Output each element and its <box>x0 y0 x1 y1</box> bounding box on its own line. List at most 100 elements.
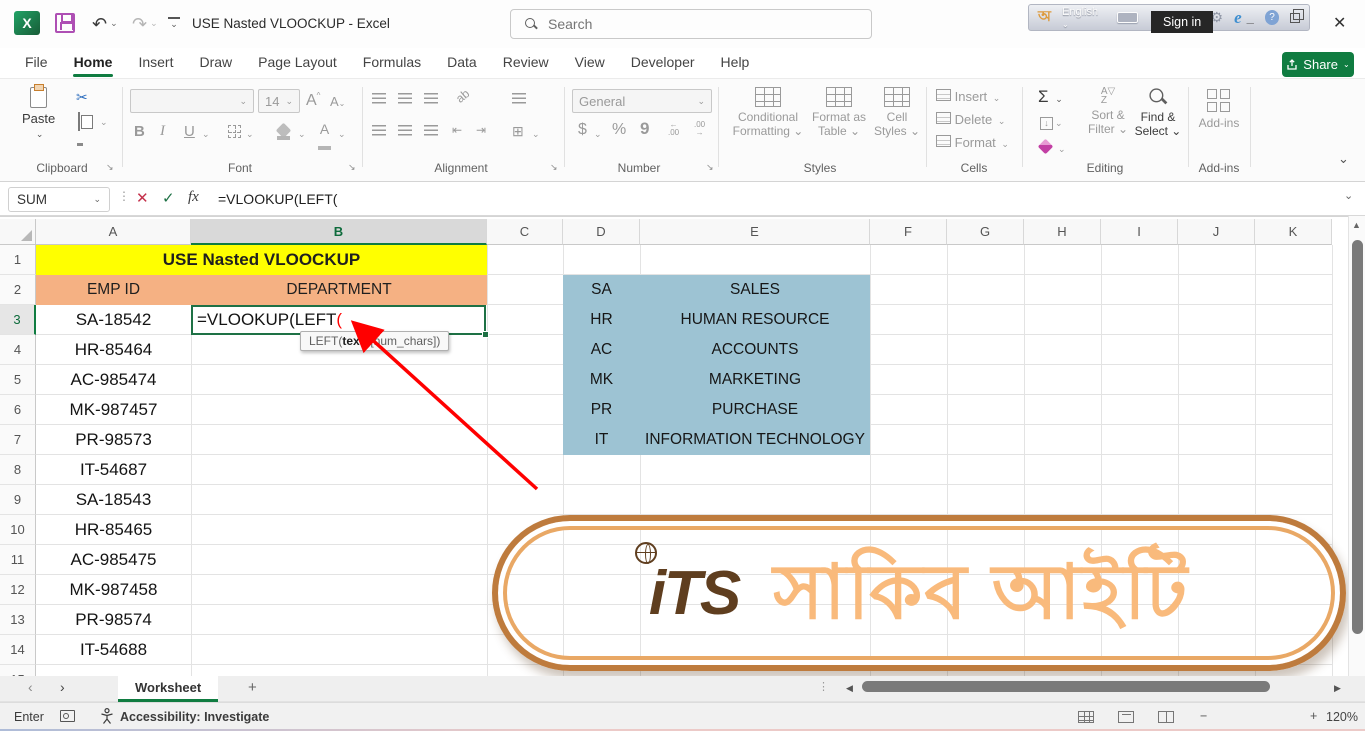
column-header-i[interactable]: I <box>1101 219 1178 245</box>
autosum-button[interactable]: Σ ⌄ <box>1038 87 1063 107</box>
format-cells-button[interactable]: Format ⌄ <box>936 135 1009 150</box>
redo-button[interactable]: ↷⌄ <box>132 13 158 34</box>
currency-format-icon[interactable]: $ <box>578 121 587 139</box>
table-row[interactable]: PRPURCHASE <box>563 395 870 425</box>
paste-button[interactable]: Paste ⌄ <box>22 87 55 140</box>
table-row[interactable]: MKMARKETING <box>563 365 870 395</box>
tab-review[interactable]: Review <box>490 50 562 77</box>
tab-data[interactable]: Data <box>434 50 490 77</box>
row-header[interactable]: 10 <box>0 515 36 545</box>
cell-emp-id[interactable]: SA-18542 <box>36 305 191 335</box>
search-box[interactable] <box>510 9 872 39</box>
sign-in-tooltip[interactable]: Sign in <box>1151 11 1213 33</box>
cell-emp-id[interactable]: HR-85464 <box>36 335 191 365</box>
align-top-icon[interactable] <box>372 93 386 104</box>
column-header-f[interactable]: F <box>870 219 947 245</box>
percent-format-icon[interactable]: % <box>612 121 626 139</box>
lookup-name-cell[interactable]: INFORMATION TECHNOLOGY <box>640 425 870 455</box>
chevron-down-icon[interactable]: ⌄ <box>202 129 210 140</box>
row-header[interactable]: 4 <box>0 335 36 365</box>
customize-quick-access-icon[interactable]: ⌄ <box>168 17 180 30</box>
row-header[interactable]: 5 <box>0 365 36 395</box>
cell-emp-id[interactable]: AC-985474 <box>36 365 191 395</box>
lookup-code-cell[interactable]: AC <box>563 335 640 365</box>
font-color-button[interactable]: A <box>318 121 331 153</box>
row-header[interactable]: 12 <box>0 575 36 605</box>
clear-button[interactable]: ⌄ <box>1040 139 1066 157</box>
undo-button[interactable]: ↶⌄ <box>92 13 118 34</box>
tab-developer[interactable]: Developer <box>618 50 708 77</box>
lookup-name-cell[interactable]: PURCHASE <box>640 395 870 425</box>
table-row[interactable]: ACACCOUNTS <box>563 335 870 365</box>
fill-handle[interactable] <box>482 331 489 338</box>
cell-emp-id[interactable]: PR-98574 <box>36 605 191 635</box>
chevron-down-icon[interactable]: ⌄ <box>594 129 602 140</box>
cell-emp-id[interactable]: AC-985475 <box>36 545 191 575</box>
minimize-icon[interactable]: _ <box>1247 10 1254 25</box>
row-header[interactable]: 6 <box>0 395 36 425</box>
keyboard-icon[interactable] <box>1117 12 1138 23</box>
lookup-name-cell[interactable]: MARKETING <box>640 365 870 395</box>
table-row[interactable]: HRHUMAN RESOURCE <box>563 305 870 335</box>
fill-button[interactable]: ↓⌄ <box>1040 113 1063 131</box>
row-header[interactable]: 8 <box>0 455 36 485</box>
align-center-icon[interactable] <box>398 125 412 136</box>
cell-styles-button[interactable]: CellStyles ⌄ <box>872 87 922 138</box>
insert-function-icon[interactable]: fx <box>188 189 199 206</box>
language-selector[interactable]: English ⌄ <box>1062 6 1106 30</box>
cell-emp-id[interactable]: PR-98573 <box>36 425 191 455</box>
decrease-indent-icon[interactable]: ⇤ <box>452 123 462 137</box>
table-row[interactable]: SASALES <box>563 275 870 305</box>
tab-draw[interactable]: Draw <box>186 50 245 77</box>
conditional-formatting-button[interactable]: ConditionalFormatting ⌄ <box>732 87 804 138</box>
horizontal-scroll-thumb[interactable] <box>862 681 1270 692</box>
delete-cells-button[interactable]: Delete ⌄ <box>936 112 1005 127</box>
addins-button[interactable]: Add-ins <box>1192 89 1246 130</box>
bengali-keyboard-icon[interactable]: অ <box>1038 5 1051 30</box>
row-header[interactable]: 3 <box>0 305 36 335</box>
row-header[interactable]: 13 <box>0 605 36 635</box>
scroll-right-icon[interactable]: ▶ <box>1334 683 1341 694</box>
sort-filter-button[interactable]: A▽Z Sort &Filter ⌄ <box>1086 87 1130 136</box>
normal-view-icon[interactable] <box>1078 711 1094 723</box>
align-left-icon[interactable] <box>372 125 386 136</box>
page-layout-view-icon[interactable] <box>1118 711 1134 723</box>
wrap-text-icon[interactable] <box>512 93 526 104</box>
help-icon[interactable]: ? <box>1265 10 1279 25</box>
ie-browser-icon[interactable]: e <box>1234 8 1242 28</box>
page-break-view-icon[interactable] <box>1158 711 1174 723</box>
merge-center-icon[interactable]: ⊞ <box>512 123 524 140</box>
lookup-code-cell[interactable]: MK <box>563 365 640 395</box>
cell-b2-department-header[interactable]: DEPARTMENT <box>191 275 487 305</box>
font-dialog-launcher-icon[interactable]: ↘ <box>348 162 356 173</box>
add-sheet-icon[interactable]: + <box>248 679 257 696</box>
cell-emp-id[interactable]: HR-85465 <box>36 515 191 545</box>
chevron-down-icon[interactable]: ⌄ <box>110 18 118 28</box>
cell-emp-id[interactable]: MK-987457 <box>36 395 191 425</box>
sheet-tab-worksheet[interactable]: Worksheet <box>118 676 218 702</box>
share-button[interactable]: Share ⌄ <box>1282 52 1354 77</box>
cell-a1-title[interactable]: USE Nasted VLOOCKUP <box>36 245 487 275</box>
cell-a2-emp-id-header[interactable]: EMP ID <box>36 275 191 305</box>
row-header[interactable]: 15 <box>0 665 36 676</box>
lookup-code-cell[interactable]: PR <box>563 395 640 425</box>
increase-indent-icon[interactable]: ⇥ <box>476 123 486 137</box>
row-header[interactable]: 7 <box>0 425 36 455</box>
column-header-c[interactable]: C <box>487 219 563 245</box>
column-header-d[interactable]: D <box>563 219 640 245</box>
collapse-ribbon-icon[interactable]: ⌄ <box>1338 151 1349 167</box>
vertical-scrollbar[interactable]: ▲ <box>1348 216 1365 676</box>
cell-emp-id[interactable]: IT-54687 <box>36 455 191 485</box>
lookup-name-cell[interactable]: ACCOUNTS <box>640 335 870 365</box>
select-all-corner[interactable] <box>0 219 36 245</box>
cell-emp-id[interactable]: IT-54688 <box>36 635 191 665</box>
next-sheet-icon[interactable]: › <box>60 679 65 695</box>
column-header-g[interactable]: G <box>947 219 1024 245</box>
tab-file[interactable]: File <box>12 50 61 77</box>
scroll-left-icon[interactable]: ◀ <box>846 683 853 694</box>
chevron-down-icon[interactable]: ⌄ <box>100 117 108 128</box>
chevron-down-icon[interactable]: ⌄ <box>532 129 540 140</box>
tab-page-layout[interactable]: Page Layout <box>245 50 350 77</box>
lookup-code-cell[interactable]: HR <box>563 305 640 335</box>
excel-app-icon[interactable]: X <box>14 11 40 35</box>
